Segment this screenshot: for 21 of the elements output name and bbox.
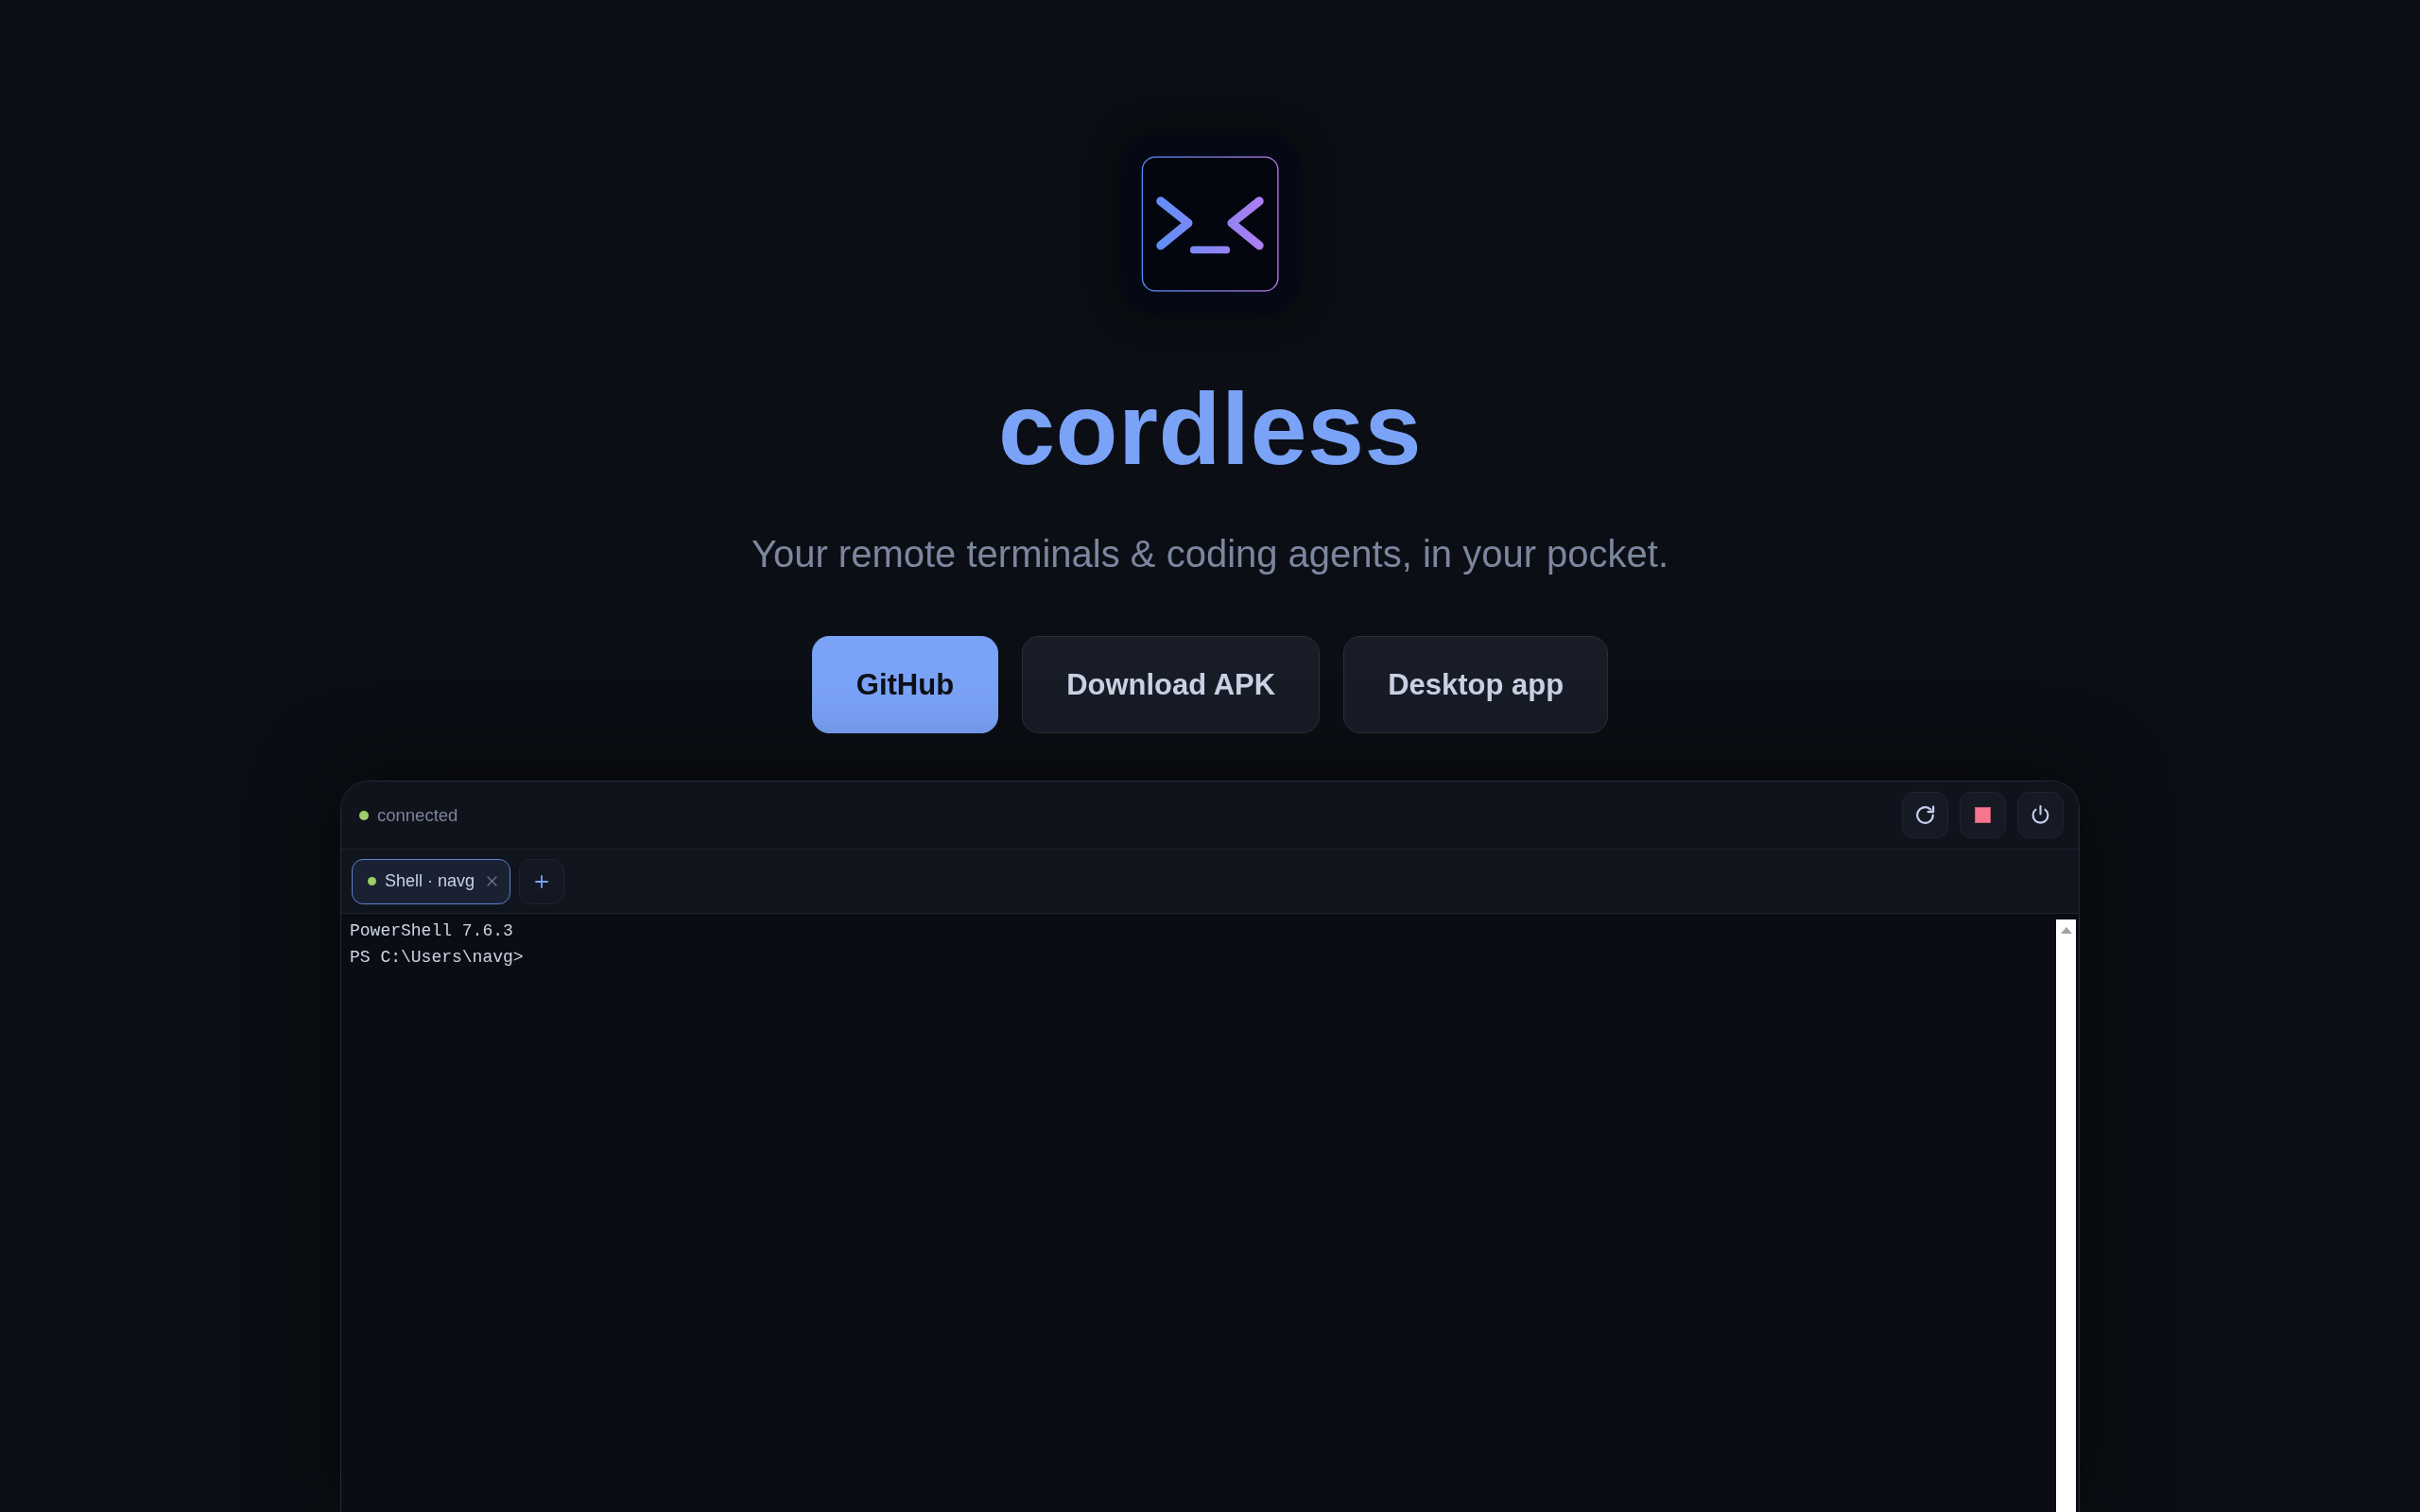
- power-icon: [2031, 805, 2049, 825]
- scroll-up-arrow-icon[interactable]: [2060, 927, 2072, 934]
- terminal-tab[interactable]: Shell · navg: [352, 858, 511, 904]
- stop-icon: [1975, 807, 1991, 823]
- power-button[interactable]: [2017, 792, 2064, 838]
- tagline: Your remote terminals & coding agents, in your pocket.: [751, 532, 1669, 576]
- close-icon[interactable]: [487, 876, 498, 886]
- link-button[interactable]: Download APK: [1022, 636, 1321, 733]
- new-tab-button[interactable]: [519, 858, 565, 904]
- terminal-line: PS C:\Users\navg>: [350, 947, 525, 969]
- refresh-icon: [1915, 805, 1935, 825]
- app-title: cordless: [997, 378, 1423, 480]
- restart-button[interactable]: [1902, 792, 1948, 838]
- stop-button[interactable]: [1960, 792, 2006, 838]
- link-button[interactable]: GitHub: [811, 636, 999, 733]
- prompt-logo-icon: [1121, 135, 1299, 313]
- connection-status: connected: [377, 804, 458, 826]
- scrollbar[interactable]: [2056, 919, 2076, 1512]
- link-button[interactable]: Desktop app: [1343, 636, 1609, 733]
- plus-icon: [535, 874, 549, 888]
- terminal-line: PowerShell 7.6.3: [350, 920, 514, 942]
